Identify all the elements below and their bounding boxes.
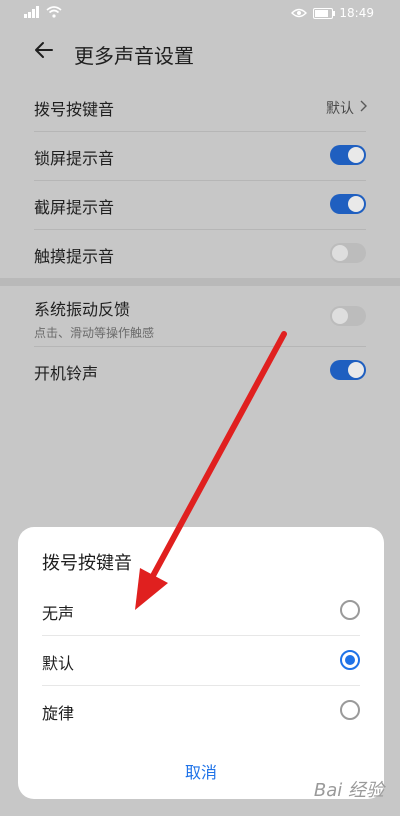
signal-icon (24, 6, 39, 18)
setting-dial-tone[interactable]: 拨号按键音 (34, 96, 366, 120)
divider (34, 346, 366, 347)
status-bar: 18:49 (0, 0, 400, 26)
toggle-knob (348, 147, 364, 163)
toggle-knob (348, 362, 364, 378)
vibration-toggle[interactable] (330, 306, 366, 326)
setting-sublabel: 点击、滑动等操作触感 (34, 326, 155, 340)
setting-label: 触摸提示音 (34, 247, 115, 266)
dial-tone-value: 默认 (326, 101, 354, 117)
radio-button[interactable] (340, 600, 360, 620)
status-left (24, 6, 62, 18)
option-label: 默认 (42, 654, 75, 673)
eye-comfort-icon (291, 8, 308, 18)
setting-label: 系统振动反馈 (34, 300, 131, 319)
setting-vibration: 系统振动反馈 点击、滑动等操作触感 (34, 296, 366, 341)
toggle-knob (332, 245, 348, 261)
status-right: 18:49 (291, 6, 374, 20)
screenshot-sound-toggle[interactable] (330, 194, 366, 214)
option-default[interactable]: 默认 (42, 636, 360, 686)
setting-boot-sound: 开机铃声 (34, 360, 366, 384)
page-title: 更多声音设置 (74, 44, 194, 68)
divider (34, 180, 366, 181)
chevron-right-icon (360, 100, 367, 112)
wifi-icon (46, 6, 62, 18)
setting-label: 锁屏提示音 (34, 149, 115, 168)
watermark-logo: Bai 经验 (313, 780, 384, 801)
back-arrow-icon[interactable] (32, 38, 56, 62)
battery-fill (315, 9, 329, 17)
toggle-knob (332, 308, 348, 324)
radio-button[interactable] (340, 700, 360, 720)
option-melody[interactable]: 旋律 (42, 686, 360, 736)
setting-lock-sound: 锁屏提示音 (34, 145, 366, 169)
option-label: 旋律 (42, 704, 75, 723)
divider (34, 229, 366, 230)
option-label: 无声 (42, 604, 75, 623)
section-gap (0, 278, 400, 286)
setting-screenshot-sound: 截屏提示音 (34, 194, 366, 218)
radio-dot (345, 655, 355, 665)
option-silent[interactable]: 无声 (42, 586, 360, 636)
battery-icon (313, 7, 336, 19)
app-header: 更多声音设置 (0, 26, 400, 82)
setting-touch-sound: 触摸提示音 (34, 243, 366, 267)
status-time: 18:49 (339, 6, 374, 20)
setting-label: 截屏提示音 (34, 198, 115, 217)
setting-label: 拨号按键音 (34, 100, 115, 119)
dial-tone-dialog: 拨号按键音 无声 默认 旋律 取消 (18, 527, 384, 799)
toggle-knob (348, 196, 364, 212)
divider (34, 131, 366, 132)
dialog-title: 拨号按键音 (42, 553, 132, 574)
lock-sound-toggle[interactable] (330, 145, 366, 165)
touch-sound-toggle[interactable] (330, 243, 366, 263)
boot-sound-toggle[interactable] (330, 360, 366, 380)
setting-label: 开机铃声 (34, 364, 99, 383)
radio-button-selected[interactable] (340, 650, 360, 670)
